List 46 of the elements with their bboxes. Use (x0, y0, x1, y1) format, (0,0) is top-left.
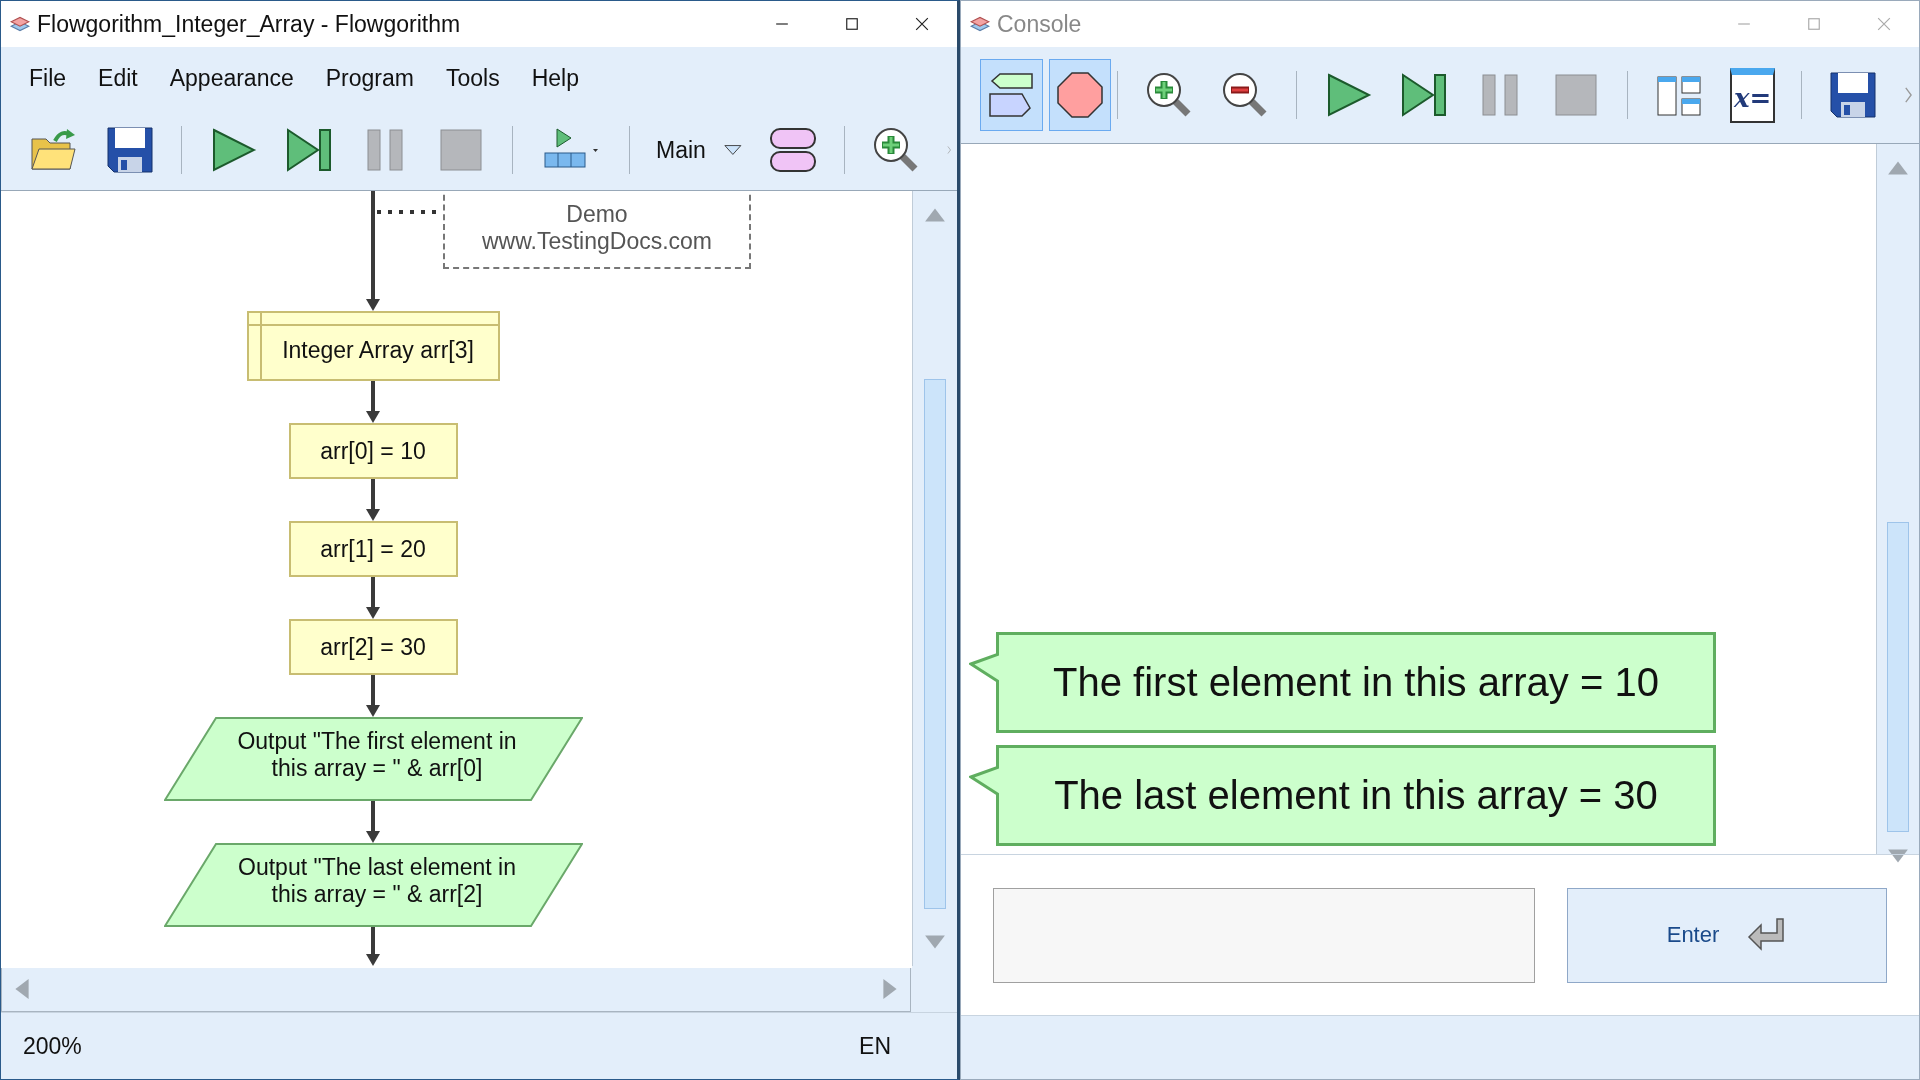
menu-item[interactable]: Program (325, 65, 414, 92)
scroll-up-icon[interactable] (924, 207, 946, 223)
menu-item[interactable]: Appearance (169, 65, 294, 92)
variables-button[interactable]: x= (1730, 67, 1776, 123)
step-icon[interactable] (284, 125, 334, 175)
scroll-right-icon[interactable] (882, 978, 898, 1000)
window-title: Flowgorithm_Integer_Array - Flowgorithm (37, 10, 461, 38)
scroll-up-icon[interactable] (1887, 160, 1909, 176)
zoom-level: 200% (23, 1032, 82, 1060)
assign-block[interactable]: arr[0] = 10 (288, 423, 458, 479)
flow-arrow (366, 577, 380, 619)
flow-arrow (366, 675, 380, 717)
assign-block[interactable]: arr[1] = 20 (288, 521, 458, 577)
scroll-down-icon[interactable] (924, 934, 946, 950)
maximize-icon[interactable] (845, 17, 859, 31)
flow-arrow (366, 381, 380, 423)
function-dropdown[interactable]: Main (656, 136, 706, 164)
flow-arrow (366, 479, 380, 521)
comment-line: www.TestingDocs.com (481, 228, 713, 255)
horizontal-scrollbar[interactable] (1, 966, 911, 1012)
flow-arrow (366, 927, 380, 966)
flow-arrow (366, 801, 380, 843)
close-icon[interactable] (915, 17, 929, 31)
scrollbar-thumb[interactable] (924, 379, 946, 909)
scrollbar-thumb[interactable] (1887, 522, 1909, 832)
save-icon[interactable] (1828, 70, 1879, 120)
window-title: Console (997, 10, 1082, 38)
save-icon[interactable] (105, 125, 155, 175)
chevron-right-icon[interactable] (1904, 85, 1913, 105)
output-block[interactable]: Output "The first element in this array = " & arr[0] (163, 717, 583, 801)
input-field[interactable] (993, 887, 1535, 983)
layout-toggle-icon[interactable] (767, 125, 818, 175)
assign-block[interactable]: arr[2] = 30 (288, 619, 458, 675)
menu-item[interactable]: Help (531, 65, 579, 92)
menu-item[interactable]: File (29, 65, 67, 92)
comments-toggle[interactable] (980, 59, 1043, 131)
stop-sign-toggle[interactable] (1048, 59, 1112, 131)
menu-item[interactable]: Edit (98, 65, 138, 92)
menu-item[interactable]: Tools (445, 65, 500, 92)
scroll-down-icon[interactable] (1887, 848, 1909, 864)
language-indicator: EN (859, 1032, 891, 1060)
output-block[interactable]: Output "The last element in this array = " & arr[2] (163, 843, 583, 927)
enter-button[interactable]: Enter (1567, 887, 1887, 983)
comment-line: Demo (566, 201, 628, 228)
scroll-left-icon[interactable] (14, 978, 30, 1000)
declare-block[interactable]: Integer Array arr[3] (246, 311, 500, 381)
